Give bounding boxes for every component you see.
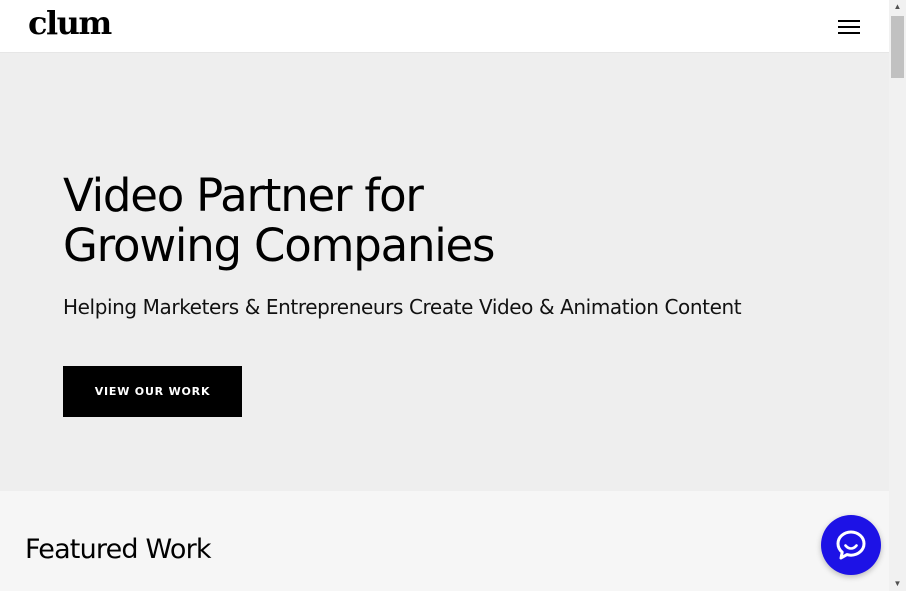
hero-title-line-1: Video Partner for [63, 169, 424, 222]
page: clum Video Partner for Growing Companies… [0, 0, 889, 591]
menu-line [838, 32, 860, 34]
scroll-up-arrow[interactable]: ▲ [889, 0, 906, 14]
chat-button[interactable] [821, 515, 881, 575]
scroll-thumb[interactable] [891, 16, 904, 78]
hamburger-menu-icon[interactable] [834, 14, 866, 40]
featured-work-title: Featured Work [25, 534, 212, 565]
hero-subtitle: Helping Marketers & Entrepreneurs Create… [63, 295, 742, 319]
view-our-work-button[interactable]: VIEW OUR WORK [63, 366, 242, 417]
featured-work-section: Featured Work [0, 491, 889, 591]
hero-section: Video Partner for Growing Companies Help… [0, 53, 889, 491]
menu-line [838, 26, 860, 28]
hero-title: Video Partner for Growing Companies [63, 169, 495, 272]
menu-line [838, 20, 860, 22]
site-header: clum [0, 0, 889, 53]
chat-bubble-icon [836, 530, 866, 560]
hero-title-line-2: Growing Companies [63, 219, 495, 272]
logo[interactable]: clum [28, 3, 112, 43]
vertical-scrollbar[interactable]: ▲ ▼ [889, 0, 906, 591]
browser-viewport: clum Video Partner for Growing Companies… [0, 0, 906, 591]
scroll-down-arrow[interactable]: ▼ [889, 577, 906, 591]
